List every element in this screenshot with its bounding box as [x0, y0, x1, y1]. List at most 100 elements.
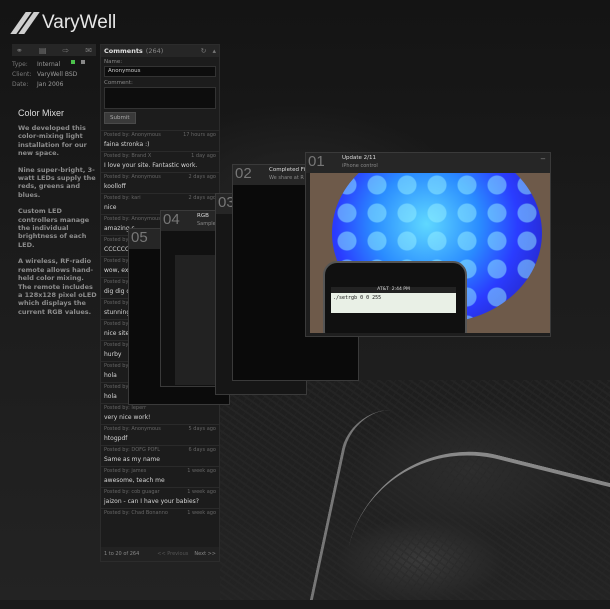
project-description: We developed this color-mixing light ins…	[18, 124, 98, 324]
share-icon[interactable]: ⇨	[62, 46, 69, 55]
previous-link[interactable]: << Previous	[157, 551, 188, 557]
carrier-label: AT&T	[377, 287, 389, 292]
type-label: Type:	[12, 61, 28, 68]
comment-author: Posted by:	[104, 258, 130, 264]
comment-text: jaizon - can I have your babies?	[104, 498, 199, 505]
comment-time: 17 hours ago	[183, 132, 216, 138]
description-paragraph: Nine super-bright, 3-watt LEDs supply th…	[18, 165, 96, 199]
varywell-logo-icon	[12, 12, 34, 34]
comment-time: 1 day ago	[191, 153, 216, 159]
comment-text: htogpdf	[104, 435, 128, 442]
comment-time: 5 days ago	[188, 426, 216, 432]
comment-label: Comment:	[104, 80, 133, 86]
window-number: 01	[308, 153, 325, 170]
comment-author: Posted by: Anonymous	[104, 132, 161, 138]
refresh-icon[interactable]: ↻	[201, 47, 207, 55]
comment-time: 2 days ago	[188, 195, 216, 201]
comment-item: Posted by: Chad Bonanno 1 week ago	[101, 508, 219, 529]
iphone-screen: AT&T 2:44 PM ./setrgb 0 0 255	[331, 287, 456, 313]
comment-textarea[interactable]	[104, 87, 216, 109]
document-icon[interactable]: ▤	[39, 46, 47, 55]
comment-text	[104, 519, 216, 527]
comment-author: Posted by:	[104, 321, 130, 327]
comment-author: Posted by: Anonymous	[104, 174, 161, 180]
comment-author: Posted by: Chad Bonanno	[104, 510, 168, 516]
comment-text: very nice work!	[104, 414, 151, 421]
comment-item: Posted by: Brand X 1 day ago I love your s…	[101, 151, 219, 172]
comment-author: Posted by: Anonymous	[104, 426, 161, 432]
next-link[interactable]: Next >>	[194, 551, 216, 557]
window-number: 05	[131, 229, 148, 246]
comment-text: koolloff	[104, 183, 126, 190]
comment-time: 1 week ago	[187, 489, 216, 495]
close-icon[interactable]: −	[540, 155, 546, 163]
description-paragraph: Custom LED controllers manage the indivi…	[18, 207, 90, 249]
comment-item: Posted by: cob guagar 1 week ago jaizon - …	[101, 487, 219, 508]
comment-time: 1 week ago	[187, 468, 216, 474]
comment-text: awesome, teach me	[104, 477, 165, 484]
comment-author: Posted by:	[104, 279, 130, 285]
comment-text: Same as my name	[104, 456, 160, 463]
comment-author: Posted by: cob guagar	[104, 489, 160, 495]
name-input[interactable]: Anonymous	[104, 66, 216, 77]
comment-author: Posted by:	[104, 384, 130, 390]
comment-time: 1 week ago	[187, 510, 216, 516]
comment-time: 2 days ago	[188, 174, 216, 180]
project-panel: ⚭ ▤ ⇨ ✉ Type: Internal Client: VaryWell BS…	[12, 44, 96, 90]
status-indicator	[71, 60, 76, 64]
comments-count: (264)	[145, 47, 164, 55]
comment-author: Posted by:	[104, 363, 130, 369]
client-label: Client:	[12, 71, 32, 78]
name-label: Name:	[104, 59, 123, 65]
link-icon[interactable]: ⚭	[16, 46, 23, 55]
window-number: 02	[235, 165, 252, 182]
comment-author: Posted by: Ieperr	[104, 405, 147, 411]
pager-range: 1 to 20 of 264	[104, 551, 140, 557]
status-indicator-2	[81, 60, 86, 64]
brand-name: VaryWell	[42, 12, 117, 33]
date-label: Date:	[12, 81, 29, 88]
project-title: Color Mixer	[18, 108, 65, 118]
comment-author: Posted by: Anonymous	[104, 216, 161, 222]
comment-item: Posted by: Anonymous 5 days ago htogpdf	[101, 424, 219, 445]
comment-author: Posted by: DOFG POFL	[104, 447, 161, 453]
comment-author: Posted by:	[104, 237, 130, 243]
comment-text: faina stronka :)	[104, 141, 150, 148]
comments-title: Comments	[104, 47, 143, 55]
clock-label: 2:44 PM	[391, 287, 410, 292]
comment-item: Posted by: DOFG POFL 6 days ago Same as my…	[101, 445, 219, 466]
terminal-command: ./setrgb 0 0 255	[333, 295, 382, 301]
comment-author: Posted by:	[104, 342, 130, 348]
iphone: AT&T 2:44 PM ./setrgb 0 0 255	[323, 261, 467, 333]
led-photo: AT&T 2:44 PM ./setrgb 0 0 255	[310, 173, 550, 333]
comments-header: Comments (264) ↻ ▴	[101, 45, 219, 57]
window-title: Update 2/11	[342, 155, 377, 161]
comment-author: Posted by: james	[104, 468, 147, 474]
comment-text: I love your site. Fantastic work.	[104, 162, 198, 169]
window-title: Completed Fix	[269, 167, 309, 173]
project-toolbar: ⚭ ▤ ⇨ ✉	[12, 44, 96, 56]
window-number: 04	[163, 211, 180, 228]
submit-button[interactable]: Submit	[104, 112, 136, 124]
comment-item: Posted by: james 1 week ago awesome, teach…	[101, 466, 219, 487]
window-header: 01 Update 2/11 iPhone control −	[306, 153, 550, 173]
project-meta: Type: Internal Client: VaryWell BSD Date: J…	[12, 60, 96, 90]
comment-author: Posted by: Brand X	[104, 153, 152, 159]
date-value: Jan 2006	[37, 81, 64, 88]
window-subtitle: iPhone control	[342, 163, 378, 169]
logo[interactable]: VaryWell	[12, 12, 116, 34]
comment-item: Posted by: Anonymous 17 hours ago faina st…	[101, 130, 219, 151]
comment-time: 6 days ago	[188, 447, 216, 453]
comment-item: Posted by: Anonymous 2 days ago koolloff	[101, 172, 219, 193]
description-paragraph: We developed this color-mixing light ins…	[18, 124, 87, 158]
window-01[interactable]: 01 Update 2/11 iPhone control − AT&T 2:4…	[305, 152, 551, 337]
comment-author: Posted by:	[104, 300, 130, 306]
comment-item: Posted by: Ieperr very nice work!	[101, 403, 219, 424]
window-subtitle: We share at R	[269, 175, 304, 181]
mail-icon[interactable]: ✉	[85, 46, 92, 55]
comment-form: Name: Anonymous Comment: Submit	[101, 57, 219, 126]
type-value: Internal	[37, 61, 61, 68]
description-paragraph: A wireless, RF-radio remote allows hand-…	[18, 257, 97, 316]
comment-author: Posted by: kari	[104, 195, 141, 201]
collapse-icon[interactable]: ▴	[212, 47, 216, 55]
